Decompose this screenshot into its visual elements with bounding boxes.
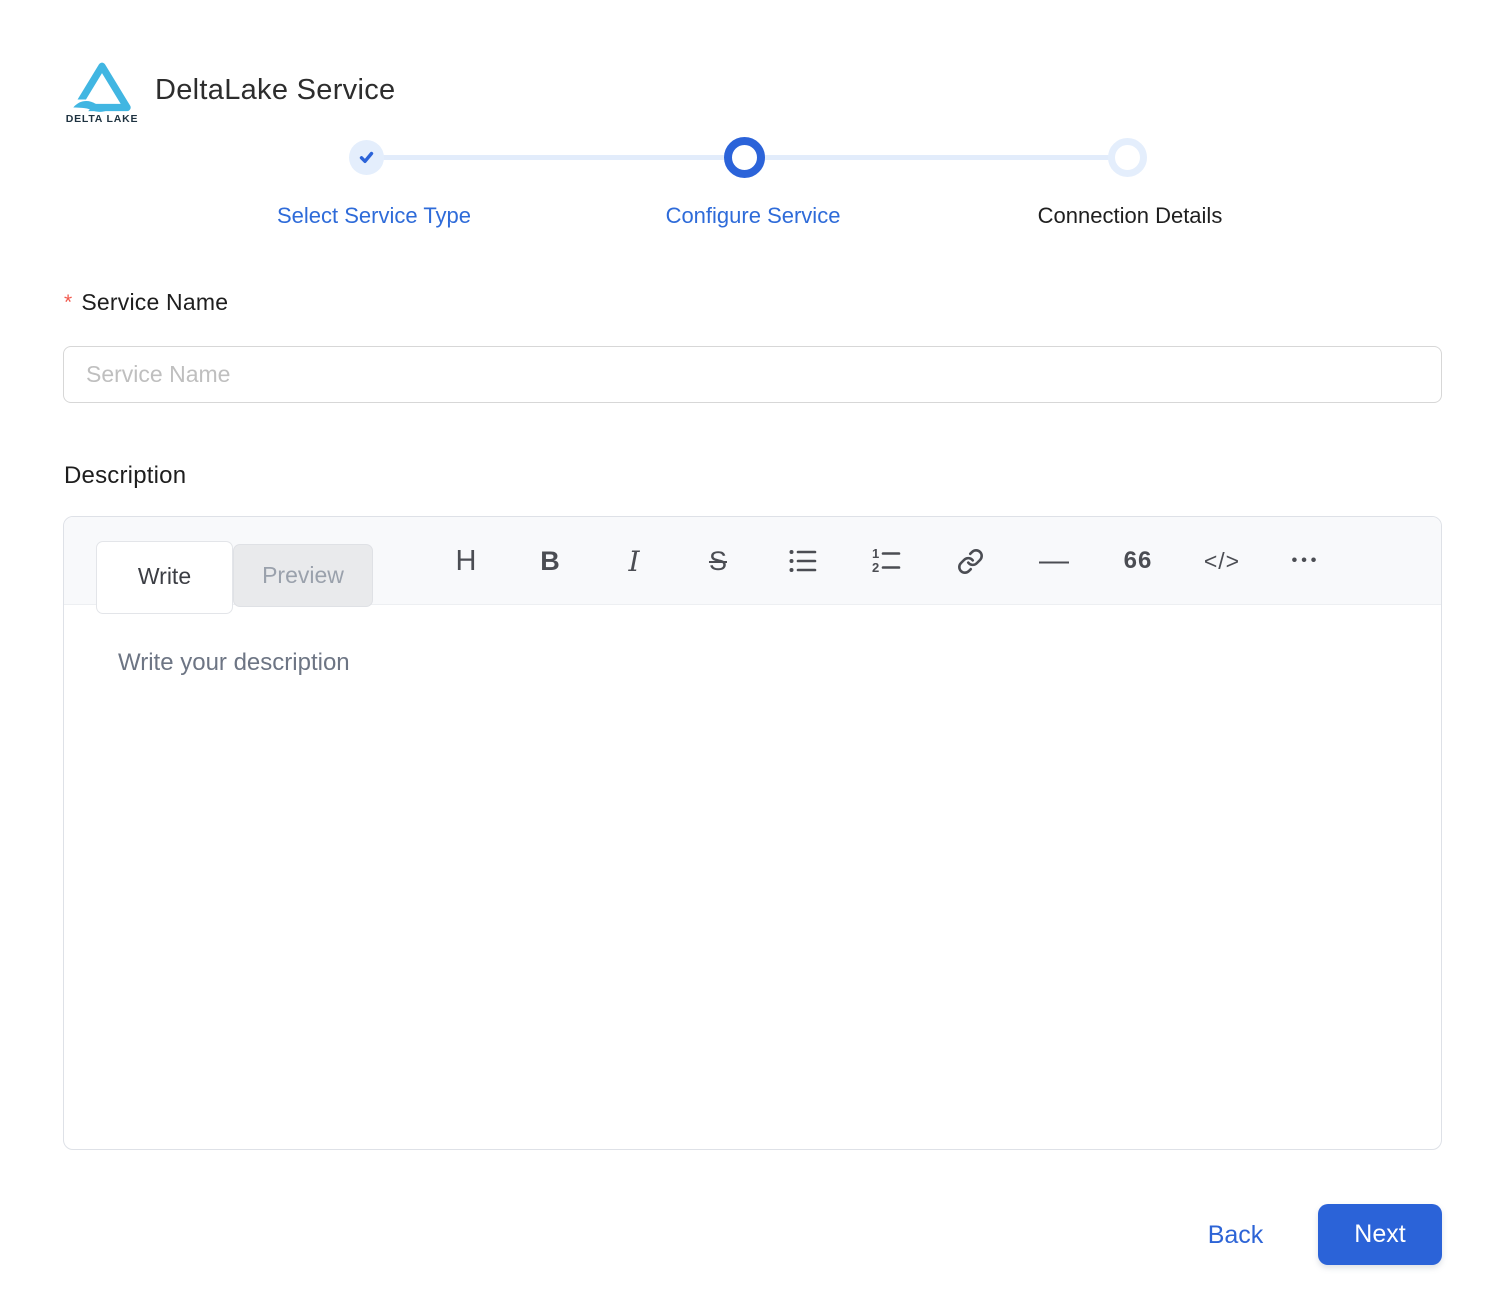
heading-button[interactable]: H bbox=[444, 531, 488, 591]
strikethrough-icon: S bbox=[705, 546, 731, 577]
step-label-select-service-type: Select Service Type bbox=[277, 203, 471, 229]
unordered-list-icon bbox=[787, 546, 817, 576]
bold-button[interactable]: B bbox=[528, 531, 572, 591]
delta-lake-logo: DELTA LAKE bbox=[57, 60, 147, 125]
description-markdown-editor: Write Preview H B I S bbox=[63, 516, 1442, 1150]
link-button[interactable] bbox=[948, 531, 992, 591]
step-1-indicator-completed bbox=[349, 140, 384, 175]
more-options-icon: ••• bbox=[1292, 552, 1321, 570]
step-3-indicator-upcoming bbox=[1108, 138, 1147, 177]
service-name-label-text: Service Name bbox=[81, 289, 228, 315]
tab-preview[interactable]: Preview bbox=[233, 544, 373, 607]
horizontal-rule-icon: — bbox=[1039, 544, 1069, 578]
service-name-input[interactable] bbox=[63, 346, 1442, 403]
editor-toolbar: Write Preview H B I S bbox=[64, 517, 1441, 605]
quote-icon: 66 bbox=[1124, 547, 1153, 575]
configure-service-page: DELTA LAKE DeltaLake Service Select Serv… bbox=[0, 0, 1506, 1316]
step-label-connection-details: Connection Details bbox=[1038, 203, 1223, 229]
bold-icon: B bbox=[540, 546, 560, 577]
unordered-list-button[interactable] bbox=[780, 531, 824, 591]
code-icon: </> bbox=[1204, 548, 1240, 575]
required-asterisk: * bbox=[64, 291, 72, 314]
svg-text:1: 1 bbox=[872, 546, 879, 561]
horizontal-rule-button[interactable]: — bbox=[1032, 531, 1076, 591]
italic-button[interactable]: I bbox=[612, 531, 656, 591]
code-button[interactable]: </> bbox=[1200, 531, 1244, 591]
step-2-indicator-active bbox=[724, 137, 765, 178]
ordered-list-icon: 1 2 bbox=[871, 546, 901, 576]
heading-icon: H bbox=[456, 545, 477, 578]
page-title: DeltaLake Service bbox=[155, 74, 395, 107]
logo-caption: DELTA LAKE bbox=[57, 113, 147, 125]
link-icon bbox=[957, 548, 984, 575]
check-icon bbox=[357, 148, 376, 167]
italic-icon: I bbox=[628, 545, 639, 578]
service-name-label: * Service Name bbox=[64, 289, 228, 316]
svg-text:2: 2 bbox=[872, 560, 879, 575]
strikethrough-button[interactable]: S bbox=[696, 531, 740, 591]
ordered-list-button[interactable]: 1 2 bbox=[864, 531, 908, 591]
step-label-configure-service: Configure Service bbox=[666, 203, 841, 229]
formatting-tools: H B I S 1 2 bbox=[444, 517, 1328, 605]
editor-write-area bbox=[64, 605, 1441, 1150]
tab-write[interactable]: Write bbox=[96, 541, 233, 614]
delta-lake-logo-icon bbox=[71, 60, 133, 112]
description-textarea[interactable] bbox=[64, 605, 1441, 1150]
back-button[interactable]: Back bbox=[1178, 1206, 1293, 1264]
description-label: Description bbox=[64, 462, 186, 490]
quote-button[interactable]: 66 bbox=[1116, 531, 1160, 591]
more-options-button[interactable]: ••• bbox=[1284, 531, 1328, 591]
next-button[interactable]: Next bbox=[1318, 1204, 1442, 1265]
